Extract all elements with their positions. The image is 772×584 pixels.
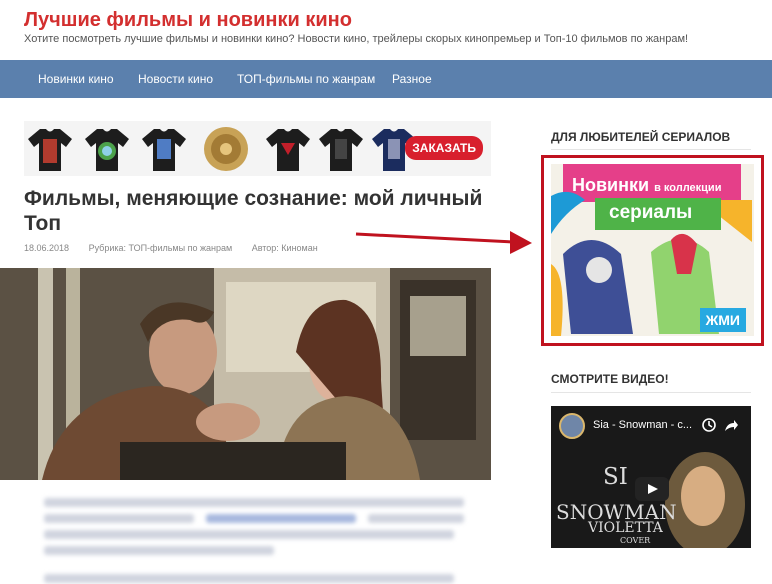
share-icon[interactable] [724, 418, 739, 432]
video-overlay-text: SI [603, 464, 628, 490]
post-hero-image[interactable] [0, 268, 491, 480]
arrow-right-icon [355, 231, 532, 254]
movie-still-image [0, 268, 491, 480]
video-overlay-text: COVER [620, 536, 651, 545]
article-text-blurred [44, 574, 454, 583]
tshirt-image [319, 129, 363, 171]
tshirt-image [85, 129, 129, 171]
divider [551, 149, 751, 150]
post-meta: 18.06.2018 Рубрика: ТОП-фильмы по жанрам… [24, 243, 335, 253]
tshirt-image [266, 129, 310, 171]
order-button[interactable]: ЗАКАЗАТЬ [405, 136, 483, 160]
article-text-blurred [368, 514, 464, 523]
nav-item-top-genres[interactable]: ТОП-фильмы по жанрам [237, 72, 375, 86]
site-description: Хотите посмотреть лучшие фильмы и новинк… [24, 33, 689, 45]
divider [551, 392, 751, 393]
main-navigation: Новинки кино Новости кино ТОП-фильмы по … [0, 60, 772, 98]
gold-seal-image [204, 127, 248, 171]
series-widget-heading: ДЛЯ ЛЮБИТЕЛЕЙ СЕРИАЛОВ [551, 130, 731, 144]
nav-item-new-movies[interactable]: Новинки кино [38, 72, 114, 86]
article-text-blurred [44, 530, 454, 539]
nav-item-misc[interactable]: Разное [392, 72, 432, 86]
video-overlay-text: VIOLETTA [588, 520, 663, 536]
article-text-blurred [44, 546, 274, 555]
video-embed[interactable]: Sia - Snowman - c... SI SNOWMAN VIOLETTA… [551, 406, 751, 548]
tshirt-image [28, 129, 72, 171]
clock-icon[interactable] [702, 418, 716, 432]
series-ad-image: Новинки в коллекции сериалы ЖМИ [551, 164, 754, 336]
channel-avatar[interactable] [559, 413, 585, 439]
press-button[interactable]: ЖМИ [699, 308, 746, 332]
tshirt-ad-banner[interactable]: ЗАКАЗАТЬ [24, 121, 491, 176]
post-date: 18.06.2018 [24, 243, 70, 253]
series-ad-headline: Новинки в коллекции [572, 175, 722, 195]
article-text-blurred [44, 514, 194, 523]
video-title[interactable]: Sia - Snowman - c... [593, 419, 692, 431]
play-icon[interactable] [635, 477, 669, 501]
post-category-link[interactable]: Рубрика: ТОП-фильмы по жанрам [89, 243, 233, 253]
site-title[interactable]: Лучшие фильмы и новинки кино [24, 9, 352, 32]
tshirt-image [142, 129, 186, 171]
article-text-blurred [44, 498, 464, 507]
nav-item-movie-news[interactable]: Новости кино [138, 72, 213, 86]
series-ad-banner[interactable]: Новинки в коллекции сериалы ЖМИ [541, 155, 764, 346]
video-widget-heading: СМОТРИТЕ ВИДЕО! [551, 372, 669, 386]
article-link-blurred [206, 514, 356, 523]
post-author-link[interactable]: Автор: Киноман [252, 243, 318, 253]
site-header: Лучшие фильмы и новинки кино Хотите посм… [0, 0, 772, 60]
series-ad-subheadline: сериалы [609, 202, 693, 223]
